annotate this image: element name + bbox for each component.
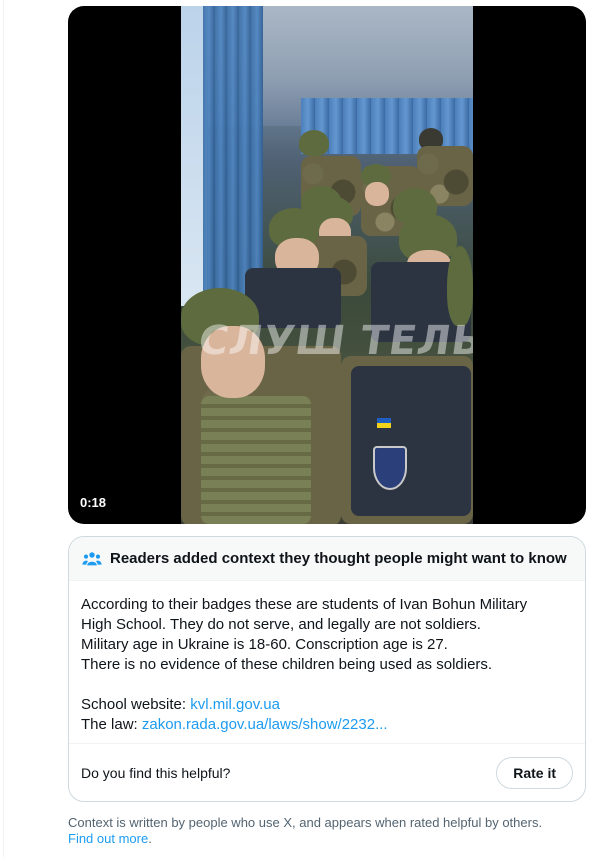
context-disclaimer: Context is written by people who use X, …	[68, 815, 588, 847]
note-line: Military age in Ukraine is 18-60. Conscr…	[81, 636, 448, 653]
timeline-divider	[3, 0, 4, 857]
law-link[interactable]: zakon.rada.gov.ua/laws/show/2232...	[142, 716, 388, 733]
law-line: The law: zakon.rada.gov.ua/laws/show/223…	[81, 715, 573, 735]
hat	[447, 246, 473, 326]
school-label: School website:	[81, 696, 191, 713]
note-body: According to their badges these are stud…	[69, 581, 585, 735]
note-line: High School. They do not serve, and lega…	[81, 616, 481, 633]
video-timestamp: 0:18	[80, 495, 107, 510]
hat	[299, 130, 329, 156]
helpful-question: Do you find this helpful?	[81, 764, 231, 781]
disclaimer-suffix: .	[148, 831, 152, 846]
vest	[351, 366, 471, 516]
video-player[interactable]: СЛУШ ТЕЛЬ 0:18	[68, 6, 586, 524]
note-header: Readers added context they thought peopl…	[69, 537, 585, 581]
note-line: There is no evidence of these children b…	[81, 656, 493, 673]
vest	[201, 396, 311, 524]
shield-patch-icon	[373, 446, 407, 490]
community-note: Readers added context they thought peopl…	[68, 536, 586, 802]
disclaimer-text: Context is written by people who use X, …	[68, 815, 543, 830]
school-website-line: School website: kvl.mil.gov.ua	[81, 695, 573, 715]
video-frame: СЛУШ ТЕЛЬ	[181, 6, 473, 524]
note-line: According to their badges these are stud…	[81, 596, 528, 613]
rate-it-button[interactable]: Rate it	[496, 756, 573, 789]
note-footer: Do you find this helpful? Rate it	[69, 743, 585, 801]
find-out-more-link[interactable]: Find out more	[68, 831, 148, 846]
school-website-link[interactable]: kvl.mil.gov.ua	[190, 696, 280, 713]
note-title: Readers added context they thought peopl…	[110, 550, 567, 567]
flag-patch-icon	[377, 418, 391, 428]
people-icon	[82, 551, 102, 565]
law-label: The law:	[81, 716, 142, 733]
face	[365, 182, 389, 206]
video-watermark: СЛУШ ТЕЛЬ	[195, 318, 473, 364]
